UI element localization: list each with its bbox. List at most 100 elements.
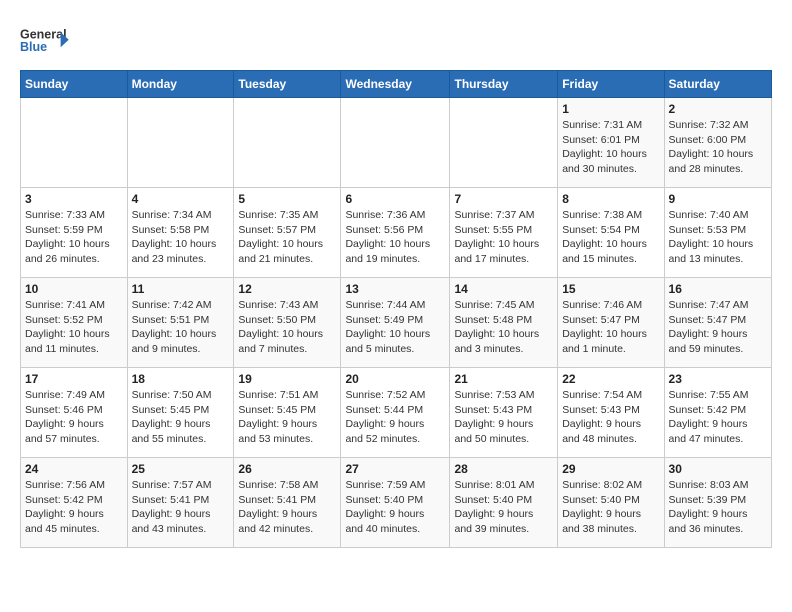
weekday-header-saturday: Saturday bbox=[664, 71, 771, 98]
day-info: Sunrise: 7:31 AM Sunset: 6:01 PM Dayligh… bbox=[562, 118, 659, 177]
calendar-cell: 28 Sunrise: 8:01 AM Sunset: 5:40 PM Dayli… bbox=[450, 458, 558, 548]
calendar-cell: 12 Sunrise: 7:43 AM Sunset: 5:50 PM Dayli… bbox=[234, 278, 341, 368]
calendar-cell: 3 Sunrise: 7:33 AM Sunset: 5:59 PM Daylig… bbox=[21, 188, 128, 278]
day-number: 12 bbox=[238, 282, 336, 296]
calendar-cell: 14Sunrise: 7:45 AM Sunset: 5:48 PM Dayli… bbox=[450, 278, 558, 368]
calendar-cell: 21 Sunrise: 7:53 AM Sunset: 5:43 PM Dayli… bbox=[450, 368, 558, 458]
day-number: 24 bbox=[25, 462, 123, 476]
calendar-cell bbox=[234, 98, 341, 188]
calendar-cell: 22 Sunrise: 7:54 AM Sunset: 5:43 PM Dayli… bbox=[558, 368, 664, 458]
day-info: Sunrise: 7:32 AM Sunset: 6:00 PM Dayligh… bbox=[669, 118, 767, 177]
calendar-cell: 23Sunrise: 7:55 AM Sunset: 5:42 PM Dayli… bbox=[664, 368, 771, 458]
day-number: 3 bbox=[25, 192, 123, 206]
logo: GeneralBlue bbox=[20, 20, 70, 60]
calendar-cell: 16 Sunrise: 7:47 AM Sunset: 5:47 PM Dayli… bbox=[664, 278, 771, 368]
weekday-header-wednesday: Wednesday bbox=[341, 71, 450, 98]
day-number: 25 bbox=[132, 462, 230, 476]
day-number: 22 bbox=[562, 372, 659, 386]
calendar-cell: 1Sunrise: 7:31 AM Sunset: 6:01 PM Daylig… bbox=[558, 98, 664, 188]
calendar-cell: 2 Sunrise: 7:32 AM Sunset: 6:00 PM Daylig… bbox=[664, 98, 771, 188]
calendar-cell: 26 Sunrise: 7:58 AM Sunset: 5:41 PM Dayli… bbox=[234, 458, 341, 548]
calendar-cell: 19 Sunrise: 7:51 AM Sunset: 5:45 PM Dayli… bbox=[234, 368, 341, 458]
day-info: Sunrise: 7:33 AM Sunset: 5:59 PM Dayligh… bbox=[25, 208, 123, 267]
day-number: 16 bbox=[669, 282, 767, 296]
logo-svg: GeneralBlue bbox=[20, 20, 70, 60]
day-info: Sunrise: 7:52 AM Sunset: 5:44 PM Dayligh… bbox=[345, 388, 445, 447]
calendar-cell: 30Sunrise: 8:03 AM Sunset: 5:39 PM Dayli… bbox=[664, 458, 771, 548]
day-info: Sunrise: 7:37 AM Sunset: 5:55 PM Dayligh… bbox=[454, 208, 553, 267]
calendar-table: SundayMondayTuesdayWednesdayThursdayFrid… bbox=[20, 70, 772, 548]
calendar-week-2: 3 Sunrise: 7:33 AM Sunset: 5:59 PM Daylig… bbox=[21, 188, 772, 278]
calendar-cell: 4 Sunrise: 7:34 AM Sunset: 5:58 PM Daylig… bbox=[127, 188, 234, 278]
day-info: Sunrise: 7:35 AM Sunset: 5:57 PM Dayligh… bbox=[238, 208, 336, 267]
weekday-header-thursday: Thursday bbox=[450, 71, 558, 98]
day-info: Sunrise: 7:58 AM Sunset: 5:41 PM Dayligh… bbox=[238, 478, 336, 537]
day-number: 11 bbox=[132, 282, 230, 296]
day-number: 20 bbox=[345, 372, 445, 386]
calendar-week-5: 24 Sunrise: 7:56 AM Sunset: 5:42 PM Dayli… bbox=[21, 458, 772, 548]
day-number: 7 bbox=[454, 192, 553, 206]
day-info: Sunrise: 7:55 AM Sunset: 5:42 PM Dayligh… bbox=[669, 388, 767, 447]
calendar-cell: 27 Sunrise: 7:59 AM Sunset: 5:40 PM Dayli… bbox=[341, 458, 450, 548]
day-info: Sunrise: 7:51 AM Sunset: 5:45 PM Dayligh… bbox=[238, 388, 336, 447]
day-info: Sunrise: 7:38 AM Sunset: 5:54 PM Dayligh… bbox=[562, 208, 659, 267]
calendar-cell: 7 Sunrise: 7:37 AM Sunset: 5:55 PM Daylig… bbox=[450, 188, 558, 278]
day-info: Sunrise: 7:46 AM Sunset: 5:47 PM Dayligh… bbox=[562, 298, 659, 357]
day-info: Sunrise: 8:01 AM Sunset: 5:40 PM Dayligh… bbox=[454, 478, 553, 537]
day-number: 18 bbox=[132, 372, 230, 386]
day-number: 17 bbox=[25, 372, 123, 386]
calendar-cell bbox=[341, 98, 450, 188]
weekday-header-sunday: Sunday bbox=[21, 71, 128, 98]
day-info: Sunrise: 7:59 AM Sunset: 5:40 PM Dayligh… bbox=[345, 478, 445, 537]
day-number: 2 bbox=[669, 102, 767, 116]
calendar-cell bbox=[127, 98, 234, 188]
day-number: 29 bbox=[562, 462, 659, 476]
day-info: Sunrise: 8:02 AM Sunset: 5:40 PM Dayligh… bbox=[562, 478, 659, 537]
calendar-cell: 8 Sunrise: 7:38 AM Sunset: 5:54 PM Daylig… bbox=[558, 188, 664, 278]
day-info: Sunrise: 7:53 AM Sunset: 5:43 PM Dayligh… bbox=[454, 388, 553, 447]
day-number: 28 bbox=[454, 462, 553, 476]
calendar-week-4: 17 Sunrise: 7:49 AM Sunset: 5:46 PM Dayli… bbox=[21, 368, 772, 458]
calendar-cell: 29 Sunrise: 8:02 AM Sunset: 5:40 PM Dayli… bbox=[558, 458, 664, 548]
day-number: 26 bbox=[238, 462, 336, 476]
day-info: Sunrise: 7:57 AM Sunset: 5:41 PM Dayligh… bbox=[132, 478, 230, 537]
day-number: 19 bbox=[238, 372, 336, 386]
calendar-cell: 9 Sunrise: 7:40 AM Sunset: 5:53 PM Daylig… bbox=[664, 188, 771, 278]
day-number: 9 bbox=[669, 192, 767, 206]
day-info: Sunrise: 7:50 AM Sunset: 5:45 PM Dayligh… bbox=[132, 388, 230, 447]
weekday-header-tuesday: Tuesday bbox=[234, 71, 341, 98]
day-info: Sunrise: 7:54 AM Sunset: 5:43 PM Dayligh… bbox=[562, 388, 659, 447]
day-info: Sunrise: 7:43 AM Sunset: 5:50 PM Dayligh… bbox=[238, 298, 336, 357]
svg-text:Blue: Blue bbox=[20, 40, 47, 54]
calendar-cell: 17 Sunrise: 7:49 AM Sunset: 5:46 PM Dayli… bbox=[21, 368, 128, 458]
day-number: 4 bbox=[132, 192, 230, 206]
day-info: Sunrise: 7:49 AM Sunset: 5:46 PM Dayligh… bbox=[25, 388, 123, 447]
day-number: 6 bbox=[345, 192, 445, 206]
day-number: 8 bbox=[562, 192, 659, 206]
day-info: Sunrise: 7:47 AM Sunset: 5:47 PM Dayligh… bbox=[669, 298, 767, 357]
calendar-cell: 25 Sunrise: 7:57 AM Sunset: 5:41 PM Dayli… bbox=[127, 458, 234, 548]
day-number: 21 bbox=[454, 372, 553, 386]
day-info: Sunrise: 7:45 AM Sunset: 5:48 PM Dayligh… bbox=[454, 298, 553, 357]
calendar-cell: 5Sunrise: 7:35 AM Sunset: 5:57 PM Daylig… bbox=[234, 188, 341, 278]
day-info: Sunrise: 7:44 AM Sunset: 5:49 PM Dayligh… bbox=[345, 298, 445, 357]
day-info: Sunrise: 7:40 AM Sunset: 5:53 PM Dayligh… bbox=[669, 208, 767, 267]
day-number: 13 bbox=[345, 282, 445, 296]
calendar-week-1: 1Sunrise: 7:31 AM Sunset: 6:01 PM Daylig… bbox=[21, 98, 772, 188]
day-info: Sunrise: 7:34 AM Sunset: 5:58 PM Dayligh… bbox=[132, 208, 230, 267]
calendar-cell: 18 Sunrise: 7:50 AM Sunset: 5:45 PM Dayli… bbox=[127, 368, 234, 458]
day-info: Sunrise: 7:36 AM Sunset: 5:56 PM Dayligh… bbox=[345, 208, 445, 267]
day-number: 15 bbox=[562, 282, 659, 296]
day-info: Sunrise: 7:56 AM Sunset: 5:42 PM Dayligh… bbox=[25, 478, 123, 537]
calendar-cell bbox=[21, 98, 128, 188]
calendar-week-3: 10Sunrise: 7:41 AM Sunset: 5:52 PM Dayli… bbox=[21, 278, 772, 368]
day-number: 27 bbox=[345, 462, 445, 476]
page-header: GeneralBlue bbox=[20, 20, 772, 60]
day-info: Sunrise: 7:42 AM Sunset: 5:51 PM Dayligh… bbox=[132, 298, 230, 357]
calendar-cell bbox=[450, 98, 558, 188]
day-info: Sunrise: 7:41 AM Sunset: 5:52 PM Dayligh… bbox=[25, 298, 123, 357]
day-number: 30 bbox=[669, 462, 767, 476]
calendar-cell: 6 Sunrise: 7:36 AM Sunset: 5:56 PM Daylig… bbox=[341, 188, 450, 278]
calendar-cell: 13 Sunrise: 7:44 AM Sunset: 5:49 PM Dayli… bbox=[341, 278, 450, 368]
calendar-cell: 10Sunrise: 7:41 AM Sunset: 5:52 PM Dayli… bbox=[21, 278, 128, 368]
